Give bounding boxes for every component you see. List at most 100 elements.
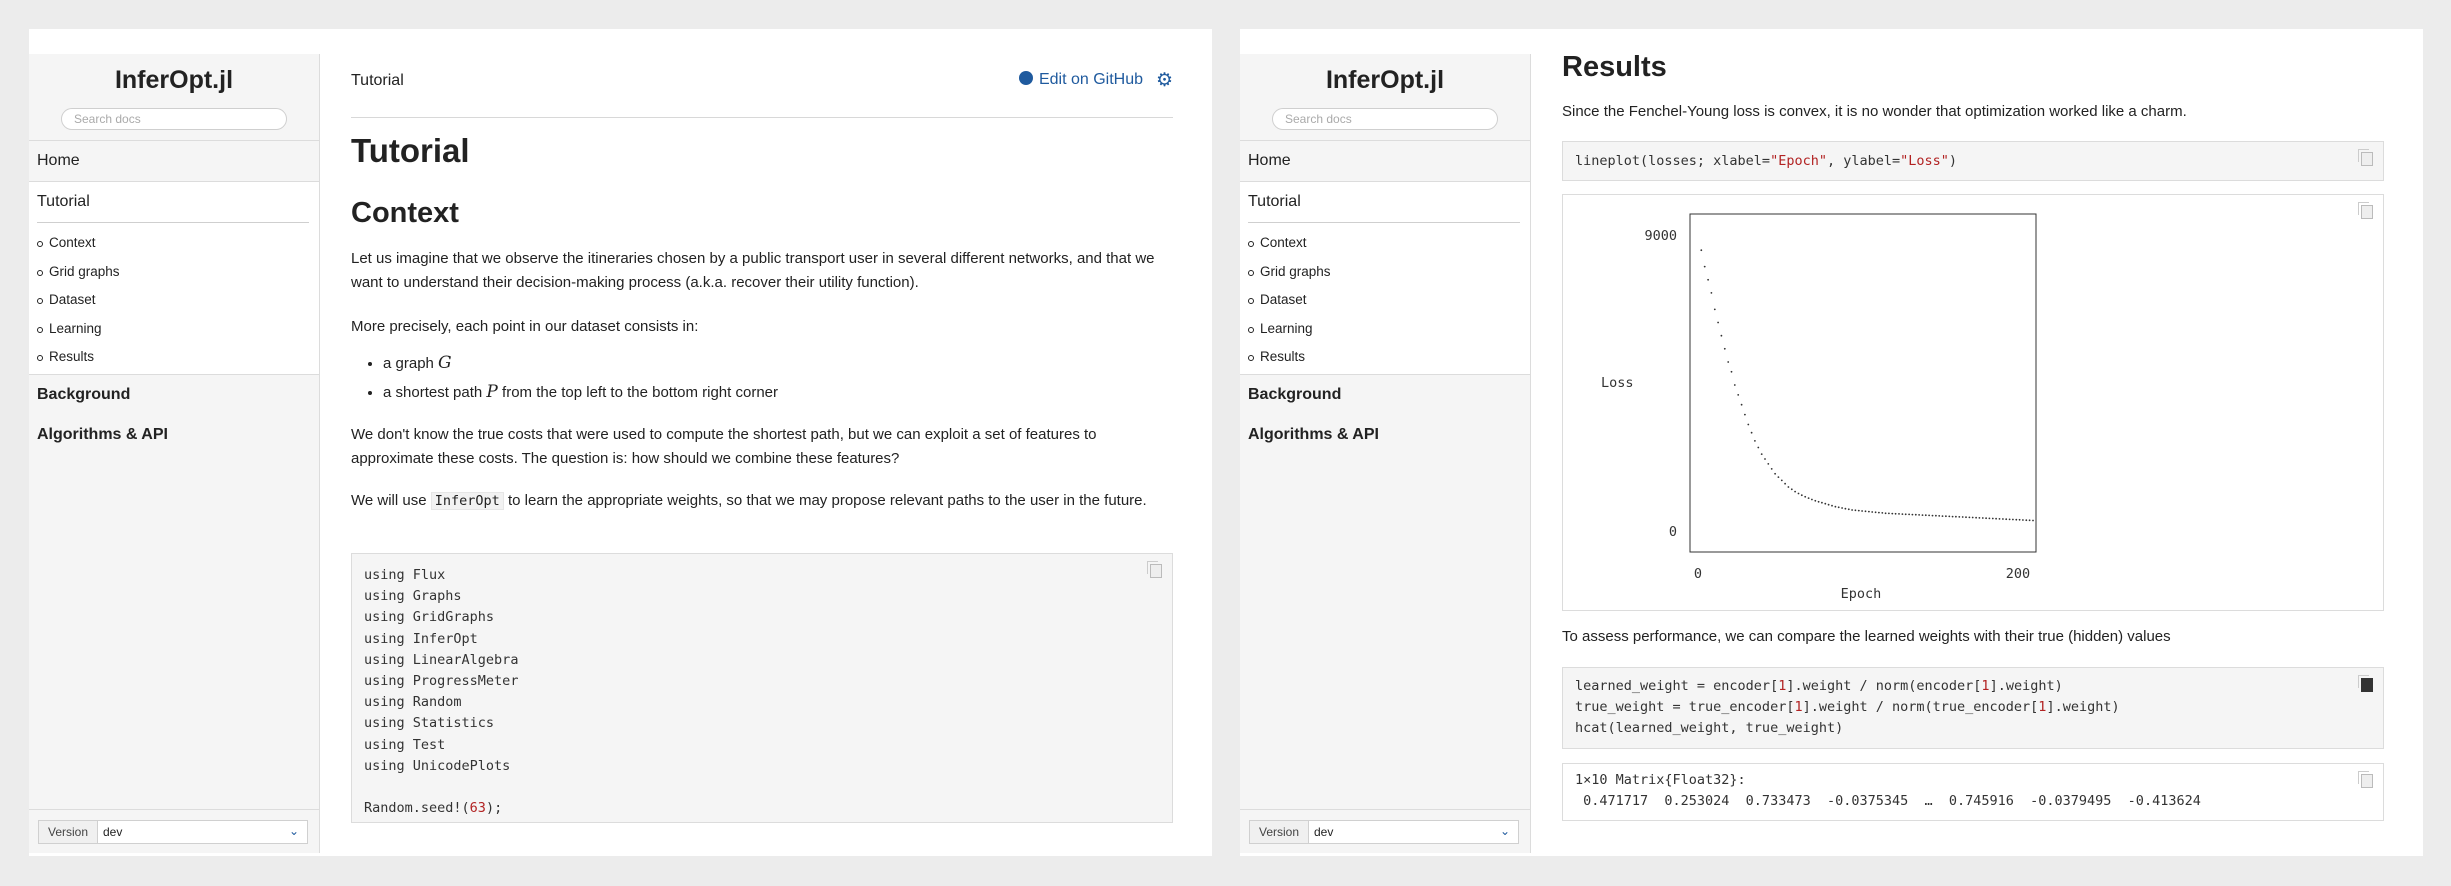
docs-page-left: InferOpt.jl Home Tutorial Context Grid g… (29, 29, 1212, 856)
data-point (1831, 504, 1833, 507)
data-point (1911, 513, 1914, 516)
sidebar-item-home[interactable]: Home (29, 141, 319, 181)
breadcrumb[interactable]: Tutorial (351, 72, 404, 90)
data-point (1878, 511, 1880, 514)
section-title-context: Context (351, 197, 459, 229)
sidebar-subitem-grid-graphs[interactable]: Grid graphs (37, 258, 319, 287)
list-item: a shortest path P from the top left to t… (383, 378, 778, 407)
data-point (1750, 431, 1753, 434)
version-select[interactable]: Version dev ⌄ (1249, 820, 1519, 844)
data-point (1945, 515, 1947, 518)
sidebar-subitem-results[interactable]: Results (37, 343, 319, 372)
data-point (1985, 517, 1987, 520)
data-point (1921, 514, 1924, 516)
page-title: Tutorial (351, 132, 470, 169)
data-point (1747, 423, 1750, 426)
code-line-using: using Statistics (364, 715, 495, 732)
data-point (1727, 361, 1730, 363)
search-input[interactable] (61, 108, 287, 130)
data-point (1908, 513, 1910, 516)
data-point (1733, 384, 1736, 386)
plot-output: 9000 0 Loss 0 200 Epoch (1562, 194, 2384, 611)
sidebar-item-tutorial[interactable]: Tutorial (29, 182, 319, 222)
data-point (1811, 498, 1813, 501)
data-point (1770, 468, 1773, 470)
data-point (1740, 403, 1743, 406)
sidebar-item-background[interactable]: Background (29, 375, 319, 415)
data-point (1965, 516, 1967, 519)
code-line-using: using LinearAlgebra (364, 651, 519, 668)
chart-points (1700, 249, 2034, 522)
docs-page-right: InferOpt.jl Home Tutorial Context Grid g… (1240, 29, 2423, 856)
main-content: Tutorial Edit on GitHub ⚙ Tutorial Conte… (351, 29, 1173, 823)
data-point (1760, 453, 1763, 455)
search-input[interactable] (1272, 108, 1498, 130)
data-point (1844, 507, 1847, 510)
data-point (1804, 495, 1807, 498)
sidebar-subitem-results[interactable]: Results (1248, 343, 1530, 372)
sidebar-subitem-grid-graphs[interactable]: Grid graphs (1248, 258, 1530, 287)
data-point (2025, 519, 2028, 522)
site-title[interactable]: InferOpt.jl (1240, 66, 1530, 100)
chevron-down-icon: ⌄ (288, 824, 299, 838)
x-tick-label: 200 (2006, 566, 2030, 582)
sidebar-subitem-dataset[interactable]: Dataset (1248, 286, 1530, 315)
data-point (1958, 516, 1961, 518)
data-point (1800, 494, 1803, 497)
y-tick-label: 9000 (1644, 228, 1677, 244)
sidebar-item-algorithms[interactable]: Algorithms & API (29, 415, 319, 455)
code-line-using: using Test (364, 736, 446, 753)
data-point (1814, 499, 1817, 502)
data-point (1991, 517, 1994, 520)
edit-on-github-link[interactable]: Edit on GitHub (1018, 71, 1143, 89)
sidebar-item-tutorial[interactable]: Tutorial (1240, 182, 1530, 222)
data-point (2028, 519, 2031, 522)
top-bar: Tutorial Edit on GitHub ⚙ (351, 29, 1173, 118)
section-title-results: Results (1562, 51, 1667, 83)
sidebar-item-home[interactable]: Home (1240, 141, 1530, 181)
data-point (1975, 516, 1977, 519)
data-point (1951, 515, 1954, 518)
sidebar-subitems: Context Grid graphs Dataset Learning Res… (1240, 223, 1530, 374)
paragraph-costs: We don't know the true costs that were u… (351, 426, 1097, 467)
copy-icon[interactable] (2358, 149, 2373, 166)
copy-icon[interactable] (2358, 675, 2373, 692)
copy-icon[interactable] (1147, 561, 1162, 578)
data-point (1988, 517, 1991, 520)
x-axis-label: Epoch (1841, 586, 1882, 602)
y-tick-label: 0 (1669, 524, 1677, 540)
copy-icon[interactable] (2358, 771, 2373, 788)
gear-icon[interactable]: ⚙ (1156, 69, 1173, 92)
sidebar-subitem-learning[interactable]: Learning (1248, 315, 1530, 344)
data-point (1797, 492, 1800, 495)
data-point (1891, 512, 1894, 515)
sidebar-subitem-context[interactable]: Context (1248, 229, 1530, 258)
sidebar-item-background[interactable]: Background (1240, 375, 1530, 415)
sidebar-item-algorithms[interactable]: Algorithms & API (1240, 415, 1530, 455)
sidebar-subitem-context[interactable]: Context (37, 229, 319, 258)
data-point (2005, 518, 2008, 521)
sidebar-subitem-dataset[interactable]: Dataset (37, 286, 319, 315)
version-select[interactable]: Version dev ⌄ (38, 820, 308, 844)
data-point (1827, 503, 1830, 506)
data-point (1935, 514, 1937, 517)
data-point (1914, 513, 1917, 516)
code-line-using: using ProgressMeter (364, 672, 519, 689)
paragraph-intro: Let us imagine that we observe the itine… (351, 250, 1155, 291)
sidebar-subitem-learning[interactable]: Learning (37, 315, 319, 344)
code-line-using: using UnicodePlots (364, 757, 511, 774)
code-block-weights: learned_weight = encoder[1].weight / nor… (1562, 667, 2384, 749)
sidebar: InferOpt.jl Home Tutorial Context Grid g… (29, 54, 320, 853)
data-point (1864, 510, 1867, 513)
data-point (1888, 512, 1890, 515)
data-point (1817, 500, 1820, 503)
version-label: Version (1250, 821, 1309, 843)
data-point (1881, 512, 1884, 514)
site-title[interactable]: InferOpt.jl (29, 66, 319, 100)
data-point (1737, 394, 1740, 396)
paragraph-inferopt: We will use InferOpt to learn the approp… (351, 492, 1147, 510)
data-point (1924, 514, 1927, 517)
chevron-down-icon: ⌄ (1499, 824, 1510, 838)
data-point (1901, 513, 1904, 515)
data-point (1744, 413, 1746, 416)
